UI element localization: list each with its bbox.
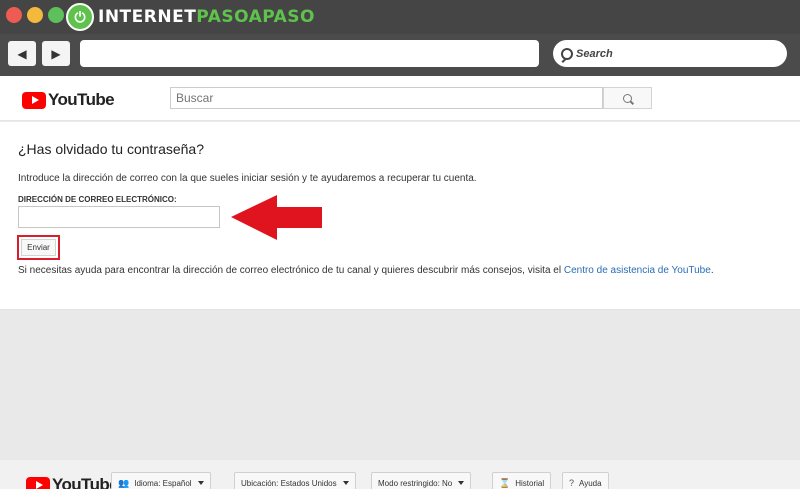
brand-text: INTERNETPASOAPASO — [98, 7, 315, 27]
language-label: Idioma: Español — [134, 478, 192, 488]
search-icon — [623, 93, 632, 103]
brand-left: INTERNET — [98, 7, 197, 27]
email-field[interactable] — [18, 206, 220, 228]
submit-button[interactable]: Enviar — [21, 239, 56, 256]
browser-navbar: ◀ ▶ Search — [0, 34, 800, 76]
chevron-down-icon — [458, 481, 465, 485]
youtube-search-input[interactable] — [170, 87, 603, 109]
email-field-label: DIRECCIÓN DE CORREO ELECTRÓNICO: — [18, 195, 177, 204]
restricted-mode-button[interactable]: Modo restringido: No — [371, 472, 472, 489]
help-button[interactable]: ? Ayuda — [562, 472, 609, 489]
youtube-footer: YouTube 👥 Idioma: Español Ubicación: Est… — [0, 460, 800, 489]
browser-titlebar: ⏻ INTERNETPASOAPASO — [0, 0, 800, 34]
close-window-button[interactable] — [6, 7, 22, 23]
youtube-play-icon — [22, 91, 46, 109]
arrow-left-icon: ◀ — [17, 46, 27, 61]
address-bar[interactable] — [80, 40, 539, 67]
language-button[interactable]: 👥 Idioma: Español — [111, 472, 211, 489]
restricted-mode-label: Modo restringido: No — [378, 478, 453, 488]
youtube-search-button[interactable] — [603, 87, 652, 109]
help-center-link[interactable]: Centro de asistencia de YouTube — [564, 265, 711, 276]
annotation-arrow-icon — [231, 195, 322, 240]
help-text: Si necesitas ayuda para encontrar la dir… — [18, 265, 714, 276]
help-text-end: . — [710, 265, 714, 276]
chevron-down-icon — [197, 481, 204, 485]
password-recovery-panel: ¿Has olvidado tu contraseña? Introduce l… — [0, 122, 800, 310]
browser-search-placeholder: Search — [576, 47, 613, 60]
help-label: Ayuda — [579, 478, 602, 488]
maximize-window-button[interactable] — [48, 7, 64, 23]
intro-text: Introduce la dirección de correo con la … — [18, 173, 477, 184]
youtube-logo[interactable]: YouTube — [22, 90, 115, 110]
forward-button[interactable]: ▶ — [42, 41, 70, 66]
footer-youtube-logo[interactable]: YouTube — [26, 475, 119, 489]
brand-right: PASOAPASO — [196, 7, 315, 27]
back-button[interactable]: ◀ — [8, 41, 36, 66]
page-title: ¿Has olvidado tu contraseña? — [18, 141, 204, 157]
hourglass-icon: ⌛ — [499, 477, 511, 488]
minimize-window-button[interactable] — [27, 7, 43, 23]
browser-search-field[interactable]: Search — [553, 40, 787, 67]
help-text-body: Si necesitas ayuda para encontrar la dir… — [18, 265, 564, 276]
youtube-logo-text: YouTube — [48, 90, 115, 109]
search-icon — [561, 47, 573, 60]
brand-logo-icon: ⏻ — [66, 3, 94, 31]
location-label: Ubicación: Estados Unidos — [241, 478, 337, 488]
site-brand: ⏻ INTERNETPASOAPASO — [66, 3, 315, 31]
youtube-header: YouTube — [0, 76, 800, 121]
history-button[interactable]: ⌛ Historial — [492, 472, 552, 489]
location-button[interactable]: Ubicación: Estados Unidos — [234, 472, 356, 489]
chevron-down-icon — [342, 481, 349, 485]
language-icon: 👥 — [118, 477, 130, 488]
footer-logo-text: YouTube — [52, 475, 119, 489]
arrow-right-icon: ▶ — [51, 46, 61, 61]
history-label: Historial — [515, 478, 545, 488]
youtube-play-icon — [26, 476, 50, 489]
help-icon: ? — [569, 478, 575, 488]
